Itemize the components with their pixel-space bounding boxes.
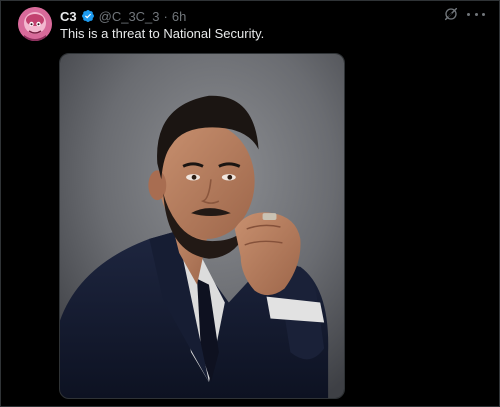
author-name[interactable]: C3: [60, 9, 77, 24]
grok-icon[interactable]: [443, 6, 459, 22]
post-actions-top: [443, 6, 485, 22]
avatar[interactable]: [18, 7, 52, 41]
post-header: C3 @C_3C_3 · 6h: [60, 7, 186, 25]
avatar-image: [18, 7, 52, 41]
more-icon[interactable]: [467, 6, 485, 22]
timestamp[interactable]: 6h: [172, 9, 186, 24]
author-handle[interactable]: @C_3C_3: [99, 9, 160, 24]
post[interactable]: C3 @C_3C_3 · 6h This is a threat to Nati…: [0, 0, 500, 407]
verified-badge-icon: [81, 10, 94, 22]
separator: ·: [163, 8, 168, 24]
portrait-image: [60, 54, 344, 398]
post-photo[interactable]: [59, 53, 345, 399]
post-text: This is a threat to National Security.: [60, 26, 265, 41]
